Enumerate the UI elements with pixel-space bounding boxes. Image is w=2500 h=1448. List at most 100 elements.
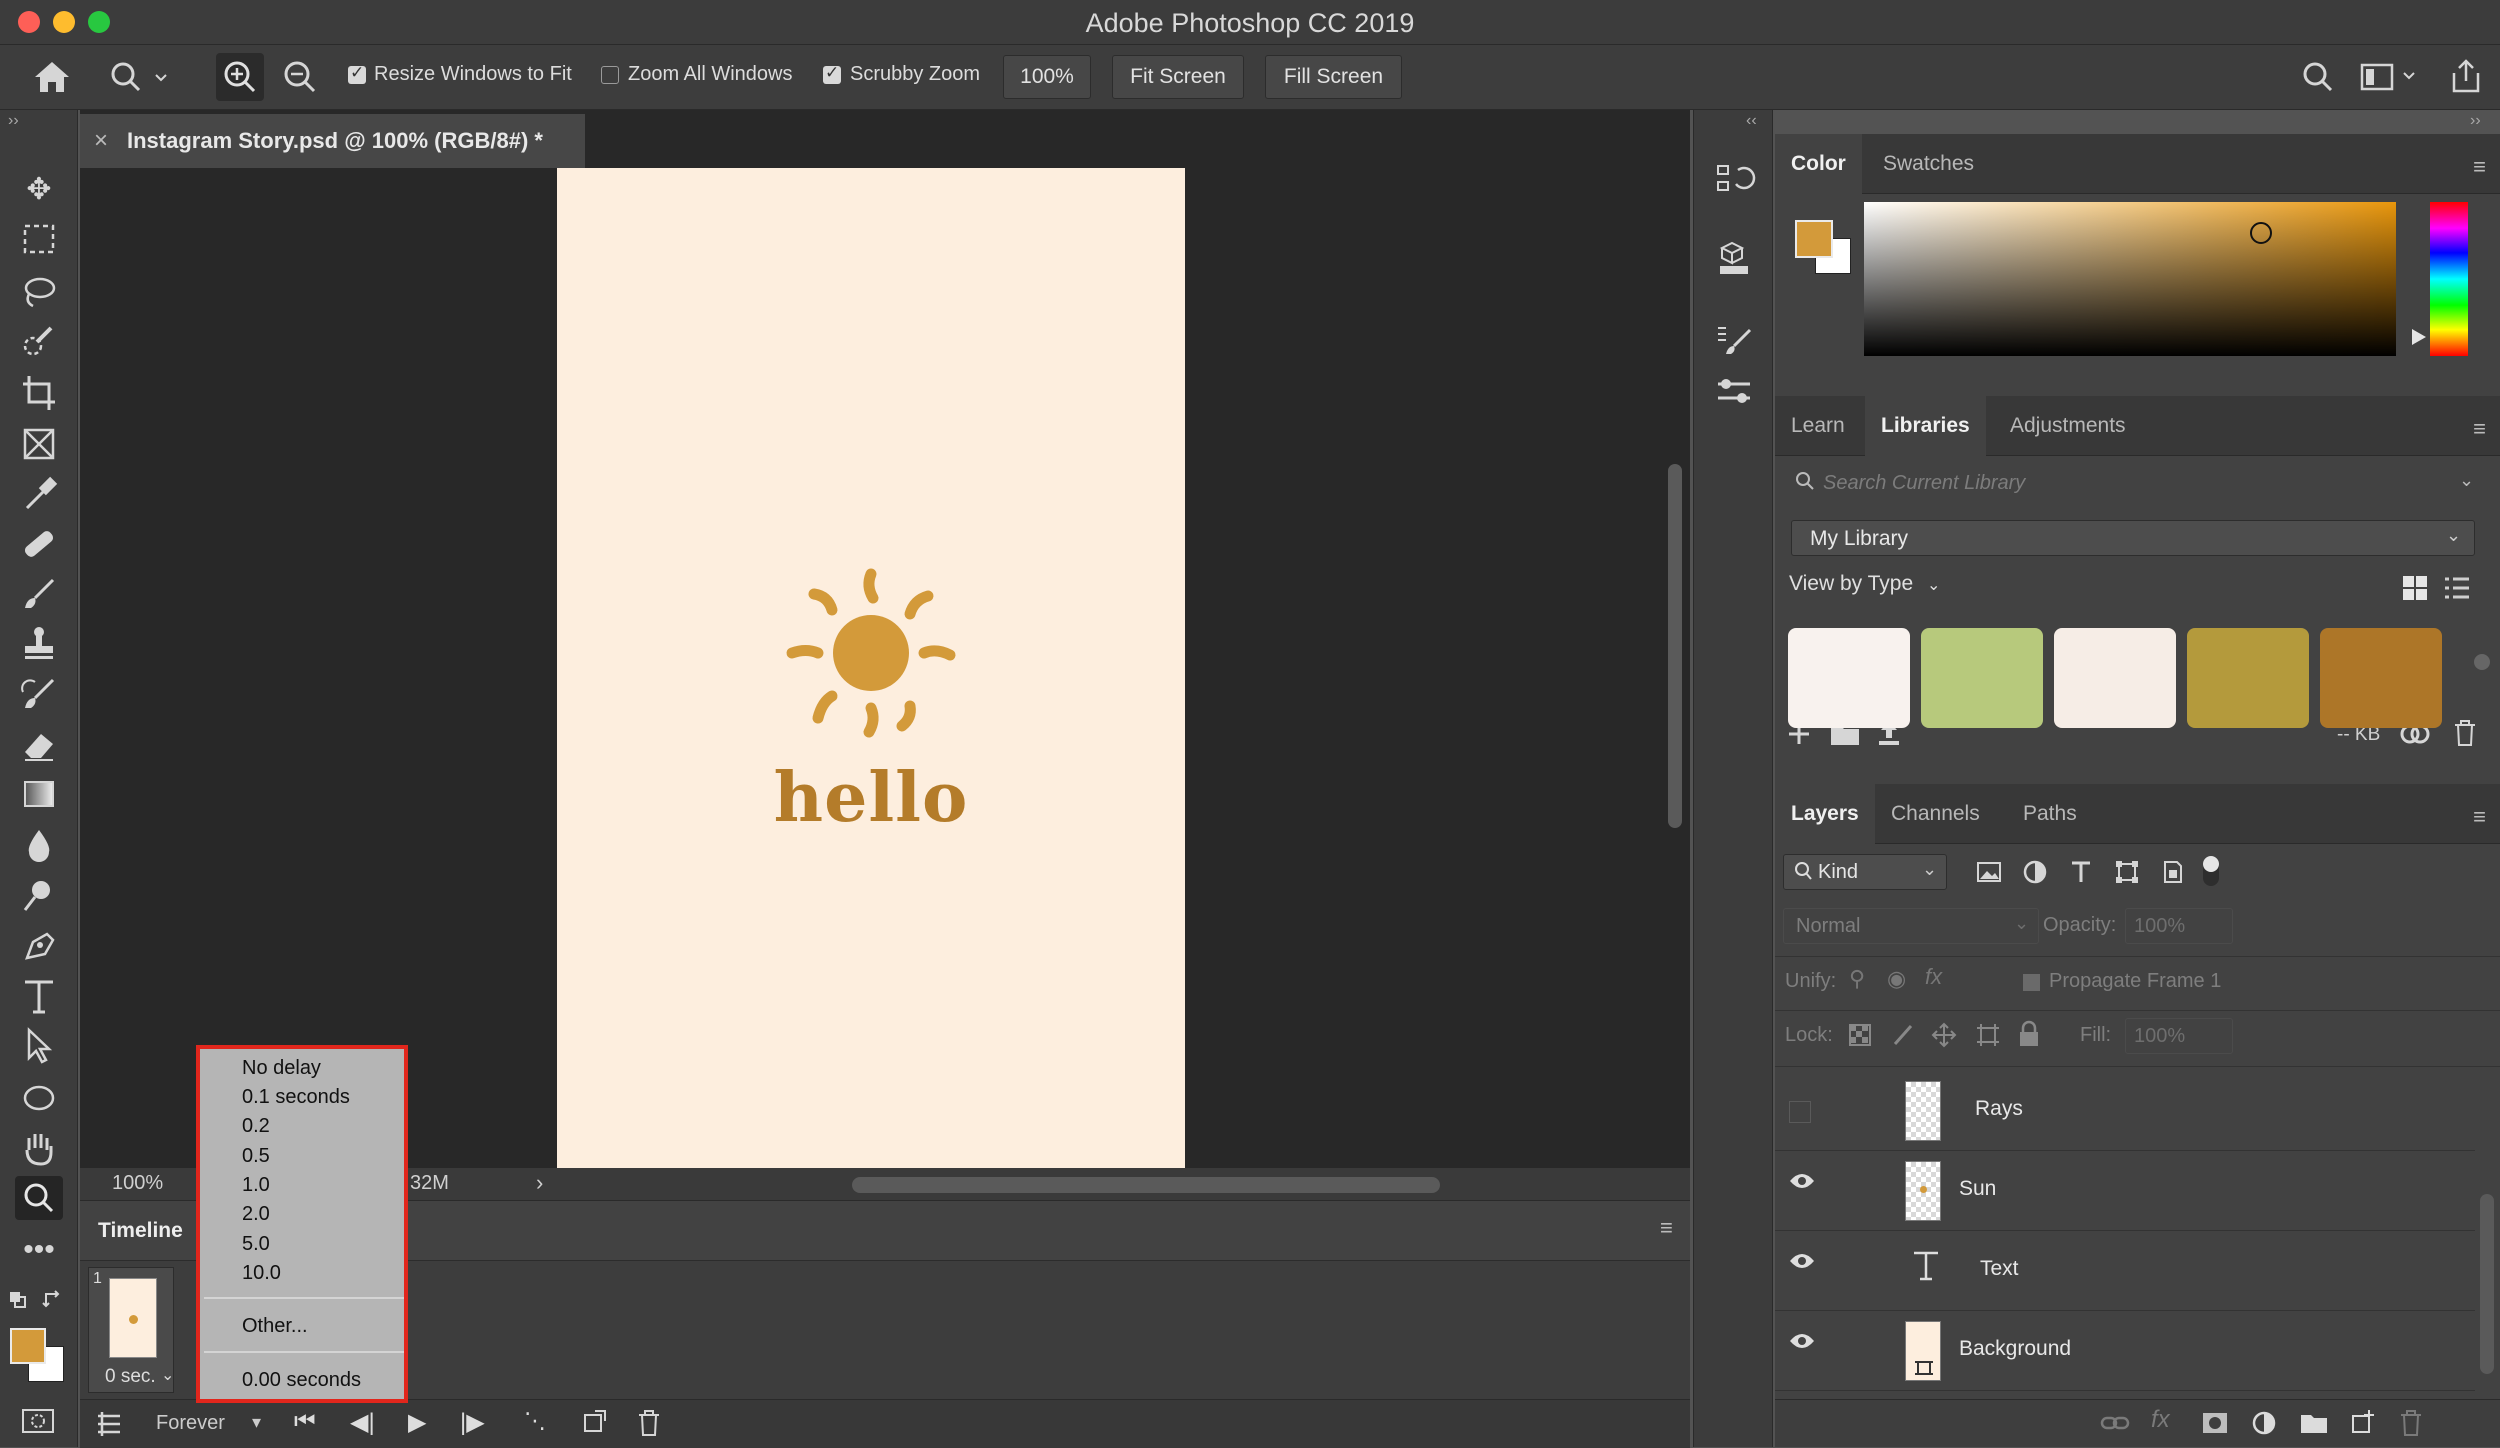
list-view-icon[interactable] [2443, 574, 2471, 602]
tab-channels[interactable]: Channels [1875, 784, 1996, 844]
layer-visibility-toggle-empty[interactable] [1789, 1101, 1811, 1123]
marquee-tool-icon[interactable] [15, 218, 63, 262]
layer-name[interactable]: Text [1980, 1257, 2019, 1281]
adjustment-layer-filter-icon[interactable] [2021, 858, 2049, 886]
unify-visibility-icon[interactable]: ◉ [1887, 966, 1906, 992]
smart-object-filter-icon[interactable] [2159, 858, 2187, 886]
delete-library-item-icon[interactable] [2453, 718, 2477, 748]
zoom-all-windows-checkbox[interactable] [601, 66, 619, 84]
library-color-swatch[interactable] [1921, 628, 2043, 728]
loop-dropdown-icon[interactable]: ▾ [252, 1412, 261, 1433]
lasso-tool-icon[interactable] [15, 270, 63, 314]
layers-scrollbar[interactable] [2480, 1194, 2494, 1374]
timeline-menu-icon[interactable]: ≡ [1660, 1215, 1673, 1241]
delay-option-0.5[interactable]: 0.5 [242, 1145, 270, 1168]
frame-delay-chevron-icon[interactable]: ⌄ [161, 1365, 174, 1385]
pixel-layer-filter-icon[interactable] [1975, 858, 2003, 886]
color-picker-cursor[interactable] [2250, 222, 2272, 244]
collapse-dock-icon[interactable]: ›› [2470, 112, 2481, 130]
loop-option[interactable]: Forever [156, 1412, 225, 1435]
tab-layers[interactable]: Layers [1775, 784, 1875, 844]
scrubby-zoom-checkbox[interactable] [823, 63, 841, 84]
collapse-strip-icon[interactable]: ‹‹ [1746, 112, 1757, 130]
zoom-status[interactable]: 100% [112, 1172, 163, 1195]
layer-style-icon[interactable]: fx [2151, 1406, 2170, 1434]
link-layers-icon[interactable] [2100, 1410, 2130, 1436]
search-icon[interactable] [2300, 59, 2336, 95]
3d-panel-icon[interactable] [1712, 238, 1756, 278]
more-tools-icon[interactable]: ••• [15, 1228, 63, 1272]
hue-slider-handle-icon[interactable] [2412, 329, 2426, 345]
lock-all-icon[interactable] [2017, 1020, 2041, 1048]
eraser-tool-icon[interactable] [15, 722, 63, 766]
add-mask-icon[interactable] [2201, 1410, 2229, 1436]
layer-name[interactable]: Rays [1975, 1097, 2023, 1121]
zoom-tool-icon[interactable] [15, 1176, 63, 1220]
libraries-panel-menu-icon[interactable]: ≡ [2473, 416, 2486, 442]
type-layer-filter-icon[interactable] [2067, 858, 2095, 886]
move-tool-icon[interactable]: ✥ [15, 168, 63, 212]
layer-row-sun[interactable]: Sun [1775, 1151, 2475, 1231]
layer-name[interactable]: Sun [1959, 1177, 1996, 1201]
pen-tool-icon[interactable] [15, 924, 63, 968]
blend-mode-select[interactable]: Normal ⌄ [1783, 908, 2039, 944]
zoom-out-button[interactable] [276, 53, 324, 101]
resize-windows-checkbox[interactable] [348, 63, 366, 84]
layer-filter-kind-select[interactable]: Kind ⌄ [1783, 854, 1947, 890]
delay-option-0.2[interactable]: 0.2 [242, 1115, 270, 1138]
tab-swatches[interactable]: Swatches [1867, 134, 1990, 194]
adjustment-layer-icon[interactable] [2251, 1410, 2277, 1436]
view-by-type-dropdown[interactable]: View by Type ⌄ [1789, 572, 1940, 596]
unify-style-icon[interactable]: fx [1925, 964, 1942, 990]
play-icon[interactable]: ▶ [408, 1408, 426, 1437]
history-brush-tool-icon[interactable] [15, 672, 63, 716]
convert-timeline-icon[interactable] [94, 1410, 124, 1438]
fill-field[interactable]: 100% [2125, 1018, 2233, 1054]
tab-libraries[interactable]: Libraries [1865, 396, 1986, 456]
frame-tool-icon[interactable] [15, 422, 63, 466]
swap-colors-icon[interactable] [42, 1290, 64, 1310]
lock-image-icon[interactable] [1889, 1022, 1915, 1048]
propagate-frame-checkbox[interactable] [2023, 974, 2040, 991]
workspace-icon[interactable] [2360, 61, 2420, 93]
close-tab-icon[interactable]: × [94, 114, 108, 168]
color-panel-menu-icon[interactable]: ≡ [2473, 154, 2486, 180]
vertical-scrollbar[interactable] [1668, 464, 1682, 828]
layer-row-background[interactable]: Background [1775, 1311, 2475, 1391]
grid-view-icon[interactable] [2401, 574, 2429, 602]
layer-row-text[interactable]: Text [1775, 1231, 2475, 1311]
delete-layer-icon[interactable] [2399, 1408, 2423, 1438]
delete-frame-icon[interactable] [636, 1408, 662, 1438]
zoom-tool-preset-icon[interactable] [108, 59, 168, 95]
default-colors-icon[interactable] [8, 1290, 28, 1310]
layer-name[interactable]: Background [1959, 1337, 2071, 1361]
new-layer-icon[interactable] [2349, 1408, 2377, 1436]
new-group-icon[interactable] [2299, 1410, 2329, 1436]
delay-option-other[interactable]: Other... [242, 1315, 308, 1338]
tween-icon[interactable]: ⋱ [524, 1408, 546, 1434]
document-tab[interactable]: × Instagram Story.psd @ 100% (RGB/8#) * [80, 114, 585, 168]
type-tool-icon[interactable] [15, 974, 63, 1018]
lock-position-icon[interactable] [1931, 1022, 1957, 1048]
color-panel-foreground-swatch[interactable] [1795, 220, 1833, 258]
home-icon[interactable] [32, 59, 72, 95]
delay-current-value[interactable]: 0.00 seconds [242, 1369, 361, 1392]
library-scroll-indicator[interactable] [2474, 654, 2490, 670]
shape-layer-filter-icon[interactable] [2113, 858, 2141, 886]
lock-transparent-icon[interactable] [1847, 1022, 1873, 1048]
search-dropdown-chevron-icon[interactable]: ⌄ [2459, 470, 2474, 491]
status-menu-arrow-icon[interactable]: › [536, 1170, 543, 1196]
animation-frame-1[interactable]: 1 0 sec. ⌄ [88, 1267, 174, 1393]
ellipse-tool-icon[interactable] [15, 1076, 63, 1120]
tab-learn[interactable]: Learn [1775, 396, 1861, 456]
gradient-tool-icon[interactable] [15, 772, 63, 816]
delay-option-1.0[interactable]: 1.0 [242, 1174, 270, 1197]
filter-toggle-switch[interactable] [2203, 856, 2219, 886]
layers-panel-menu-icon[interactable]: ≡ [2473, 804, 2486, 830]
zoom-in-button[interactable] [216, 53, 264, 101]
dodge-tool-icon[interactable] [15, 874, 63, 918]
tab-color[interactable]: Color [1775, 134, 1862, 194]
delay-option-0.1[interactable]: 0.1 seconds [242, 1086, 350, 1109]
delay-option-10.0[interactable]: 10.0 [242, 1262, 281, 1285]
eye-icon[interactable] [1789, 1251, 1815, 1271]
